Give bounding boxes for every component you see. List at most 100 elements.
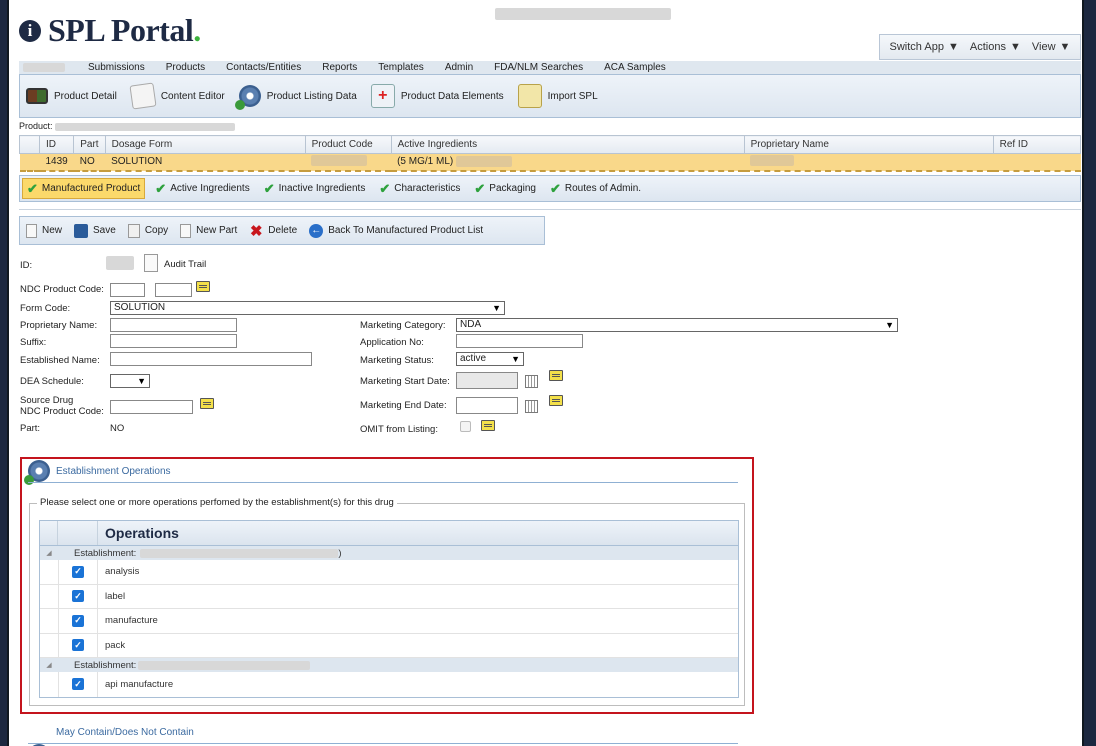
product-detail-icon (26, 88, 48, 104)
col-part[interactable]: Part (73, 135, 106, 154)
new-document-icon (26, 223, 37, 238)
menu-aca-samples[interactable]: ACA Samples (604, 62, 666, 73)
gear-icon (234, 85, 261, 110)
menu-reports[interactable]: Reports (322, 62, 357, 73)
menu-templates[interactable]: Templates (378, 62, 424, 73)
marketing-category-label: Marketing Category: (360, 320, 446, 331)
menu-products[interactable]: Products (166, 62, 205, 73)
new-part-button[interactable]: New Part (180, 223, 237, 238)
tab-active-ingredients[interactable]: ✔ Active Ingredients (151, 178, 253, 199)
operation-row-manufacture[interactable]: ✓ manufacture (40, 609, 738, 634)
suffix-input[interactable] (110, 334, 237, 348)
audit-trail-link[interactable]: Audit Trail (164, 259, 206, 270)
app-logo[interactable]: i SPL Portal. (19, 12, 201, 49)
establishment-group-2[interactable]: ◢ Establishment: (40, 658, 738, 672)
new-part-icon (180, 223, 192, 238)
col-id[interactable]: ID (38, 135, 75, 154)
tab-characteristics[interactable]: ✔ Characteristics (375, 178, 464, 199)
caret-down-icon: ▼ (947, 41, 959, 53)
proprietary-name-input[interactable] (110, 318, 237, 332)
operation-checkbox[interactable]: ✓ (72, 614, 84, 627)
id-value (106, 256, 134, 270)
product-data-elements-button[interactable]: + Product Data Elements (370, 84, 504, 108)
action-toolbar: New Save Copy New Part ✖ Delete ← Back To … (19, 216, 545, 245)
form-code-select[interactable]: SOLUTION ▼ (110, 301, 505, 315)
switch-app-menu[interactable]: Switch App ▼ (890, 41, 959, 53)
operation-checkbox[interactable]: ✓ (72, 678, 84, 691)
back-button[interactable]: ← Back To Manufactured Product List (309, 223, 483, 238)
establishment-operations-title: Establishment Operations (56, 466, 171, 477)
establishment-group-1[interactable]: ◢ Establishment: ) (40, 546, 738, 560)
established-name-input[interactable] (110, 352, 312, 366)
dea-schedule-select[interactable]: ▼ (110, 374, 150, 388)
import-spl-button[interactable]: Import SPL (517, 84, 598, 108)
view-menu[interactable]: View ▼ (1032, 41, 1071, 53)
redacted-header-text (495, 8, 671, 20)
menu-fda-nlm-searches[interactable]: FDA/NLM Searches (494, 62, 583, 73)
ndc-labeler-input[interactable] (110, 283, 145, 297)
back-arrow-icon: ← (309, 223, 324, 238)
new-button[interactable]: New (26, 223, 62, 238)
marketing-category-select[interactable]: NDA ▼ (456, 318, 898, 332)
info-logo-icon: i (19, 19, 41, 42)
col-operations[interactable]: Operations (98, 521, 186, 545)
calendar-icon[interactable] (525, 375, 538, 388)
product-detail-button[interactable]: Product Detail (26, 88, 117, 104)
cell-ref-id (993, 153, 1081, 172)
collapse-triangle-icon[interactable]: ◢ (40, 549, 58, 557)
marketing-start-date-input[interactable] (456, 372, 518, 389)
application-no-input[interactable] (456, 334, 583, 348)
operation-row-api-manufacture[interactable]: ✓ api manufacture (40, 672, 738, 697)
operation-row-pack[interactable]: ✓ pack (40, 633, 738, 658)
note-icon[interactable] (549, 370, 563, 381)
product-table-row[interactable]: 1439 NO SOLUTION (5 MG/1 ML) (19, 153, 1081, 172)
dea-schedule-label: DEA Schedule: (20, 376, 84, 387)
audit-trail-icon (144, 254, 158, 272)
collapse-triangle-icon[interactable]: ◢ (40, 661, 58, 669)
note-icon[interactable] (196, 281, 210, 292)
calendar-icon[interactable] (525, 400, 538, 413)
operation-row-analysis[interactable]: ✓ analysis (40, 560, 738, 585)
col-dosage-form[interactable]: Dosage Form (104, 135, 306, 154)
copy-button[interactable]: Copy (127, 223, 168, 238)
menu-admin[interactable]: Admin (445, 62, 473, 73)
delete-button[interactable]: ✖ Delete (249, 223, 297, 240)
menu-contacts[interactable]: Contacts/Entities (226, 62, 301, 73)
operation-checkbox[interactable]: ✓ (72, 590, 84, 603)
note-icon[interactable] (200, 398, 214, 409)
marketing-status-select[interactable]: active ▼ (456, 352, 524, 366)
operation-checkbox[interactable]: ✓ (72, 639, 84, 652)
col-active-ingredients[interactable]: Active Ingredients (390, 135, 745, 154)
menu-submissions[interactable]: Submissions (88, 62, 145, 73)
col-ref-id[interactable]: Ref ID (992, 135, 1082, 154)
note-icon[interactable] (481, 420, 495, 431)
section-divider (28, 743, 738, 744)
id-label: ID: (20, 260, 33, 271)
medical-kit-icon: + (370, 84, 395, 108)
product-label: Product: (19, 121, 236, 131)
save-disk-icon (74, 223, 89, 238)
col-product-code[interactable]: Product Code (304, 135, 392, 154)
omit-from-listing-checkbox[interactable] (460, 421, 471, 432)
checkmark-icon: ✔ (474, 180, 486, 196)
ndc-product-input[interactable] (155, 283, 192, 297)
product-listing-data-button[interactable]: Product Listing Data (234, 85, 357, 110)
col-proprietary-name[interactable]: Proprietary Name (743, 135, 994, 154)
caret-down-icon: ▼ (1009, 41, 1021, 53)
cell-product-code (305, 153, 392, 172)
part-label: Part: (20, 423, 41, 434)
proprietary-name-label: Proprietary Name: (20, 320, 98, 331)
operation-checkbox[interactable]: ✓ (72, 565, 84, 578)
content-editor-button[interactable]: Content Editor (129, 82, 225, 110)
save-button[interactable]: Save (74, 223, 116, 238)
operation-row-label[interactable]: ✓ label (40, 584, 738, 609)
tab-routes-of-admin[interactable]: ✔ Routes of Admin. (546, 178, 645, 199)
checkmark-icon: ✔ (549, 180, 561, 196)
source-drug-ndc-input[interactable] (110, 400, 193, 414)
tab-manufactured-product[interactable]: ✔ Manufactured Product (22, 178, 146, 199)
marketing-end-date-input[interactable] (456, 397, 518, 414)
actions-menu[interactable]: Actions ▼ (970, 41, 1021, 53)
tab-inactive-ingredients[interactable]: ✔ Inactive Ingredients (260, 178, 370, 199)
tab-packaging[interactable]: ✔ Packaging (470, 178, 540, 199)
note-icon[interactable] (549, 395, 563, 406)
